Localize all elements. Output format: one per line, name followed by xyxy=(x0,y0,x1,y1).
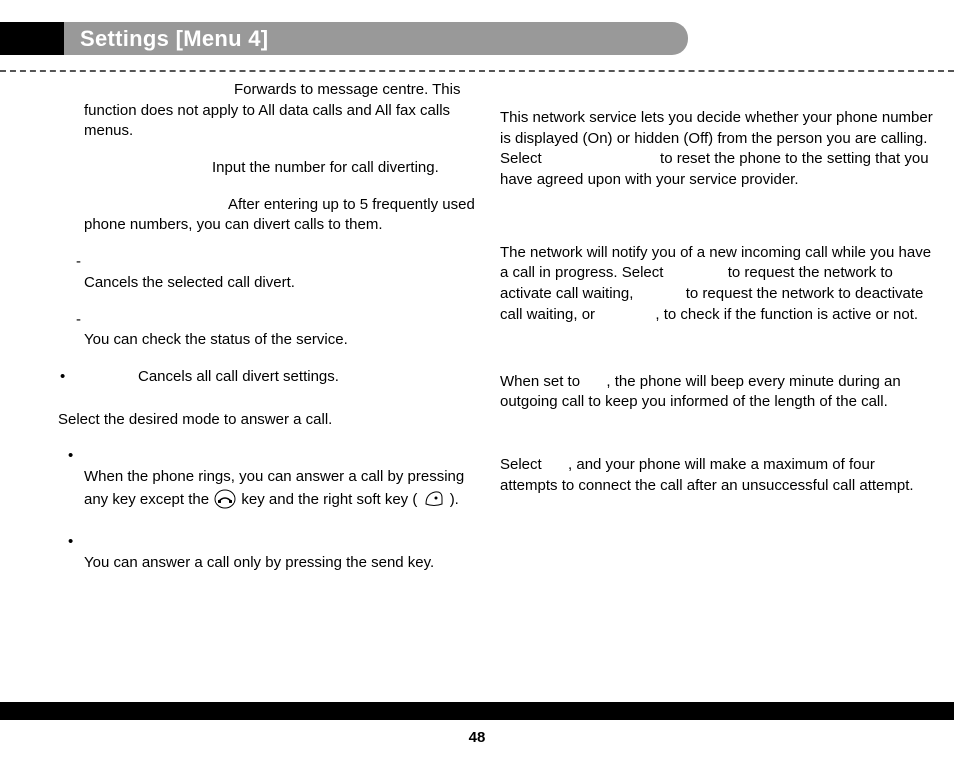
sendonly-body: You can answer a call only by pressing t… xyxy=(84,553,482,574)
page-number: 48 xyxy=(0,729,954,746)
content-columns: Forwards to message centre. This functio… xyxy=(48,80,934,678)
footer-bar xyxy=(0,702,954,720)
anykey-text-b: key and the right soft key ( xyxy=(241,491,421,508)
caller-id-b: to reset the phone to the setting that y… xyxy=(500,150,929,188)
header-black-block xyxy=(0,22,64,55)
view-status-body: You can check the status of the service. xyxy=(84,330,482,351)
call-wait-d: , to check if the function is active or … xyxy=(655,306,918,323)
call-waiting-text: The network will notify you of a new inc… xyxy=(500,243,934,326)
view-status-label xyxy=(88,310,482,331)
cancel-all-text: Cancels all call divert settings. xyxy=(138,368,339,385)
anykey-text-c: ). xyxy=(450,491,459,508)
auto-redial-text: Select , and your phone will make a maxi… xyxy=(500,455,934,496)
dash-marker: - xyxy=(76,310,88,331)
bullet-marker: • xyxy=(68,532,80,553)
other-number-text: Input the number for call diverting. xyxy=(84,158,482,179)
cancel-label xyxy=(88,252,482,273)
soft-key-icon xyxy=(422,488,446,517)
bullet-marker: • xyxy=(60,367,72,388)
minute-a: When set to xyxy=(500,373,584,390)
header-bar: Settings [Menu 4] xyxy=(0,22,688,55)
bullet-marker: • xyxy=(68,446,80,467)
anykey-label xyxy=(86,446,90,467)
caller-id-text: This network service lets you decide whe… xyxy=(500,108,934,191)
minute-minder-text: When set to , the phone will beep every … xyxy=(500,372,934,413)
sendonly-label xyxy=(86,532,90,553)
answer-mode-heading: Select the desired mode to answer a call… xyxy=(58,410,482,431)
dash-marker: - xyxy=(76,252,88,273)
cancel-body: Cancels the selected call divert. xyxy=(84,273,482,294)
end-key-icon xyxy=(213,488,237,517)
left-column: Forwards to message centre. This functio… xyxy=(48,80,482,678)
redial-b: , and your phone will make a maximum of … xyxy=(500,456,914,494)
voicemail-centre-text: Forwards to message centre. This functio… xyxy=(84,80,482,142)
right-column: This network service lets you decide whe… xyxy=(500,80,934,678)
redial-a: Select xyxy=(500,456,546,473)
page-title: Settings [Menu 4] xyxy=(80,26,268,52)
anykey-body: When the phone rings, you can answer a c… xyxy=(84,467,482,516)
favourite-number-text: After entering up to 5 frequently used p… xyxy=(84,195,482,236)
divider-dashed xyxy=(0,70,954,72)
header-gray-block: Settings [Menu 4] xyxy=(64,22,688,55)
